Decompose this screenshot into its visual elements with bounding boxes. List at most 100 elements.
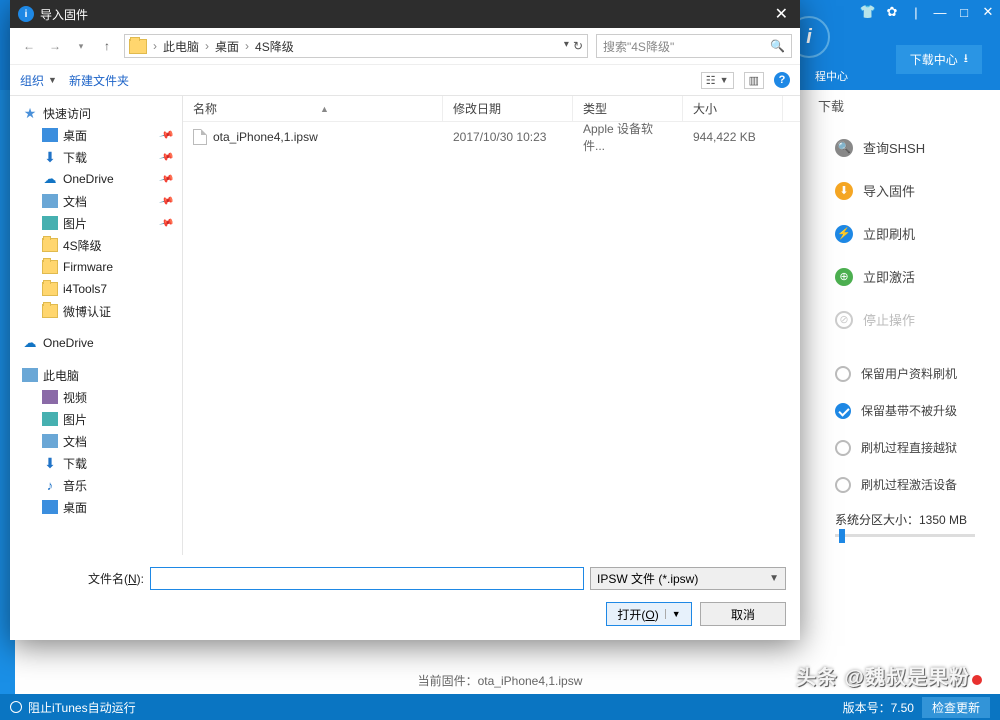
tree-item[interactable]: Firmware <box>10 256 182 278</box>
preview-pane-button[interactable]: ▥ <box>744 72 764 89</box>
tree-item[interactable]: 图片 <box>10 408 182 430</box>
tree-item[interactable]: 视频 <box>10 386 182 408</box>
download-icon: ⭳ <box>964 49 968 70</box>
search-input[interactable]: 搜索"4S降级" 🔍 <box>596 34 792 58</box>
tree-item[interactable]: ⬇ 下载 <box>10 452 182 474</box>
gear-icon[interactable]: ✿ <box>880 0 904 24</box>
option-row[interactable]: 刷机过程直接越狱 <box>823 429 1000 466</box>
dialog-close-button[interactable]: ✕ <box>771 4 792 24</box>
partition-slider[interactable]: 系统分区大小：1350 MB <box>823 503 1000 545</box>
download-center-area: 下载中心⭳ <box>896 45 982 74</box>
crumb-folder[interactable]: 4S降级 <box>251 38 298 55</box>
ic-desk-icon <box>42 128 58 142</box>
action-item[interactable]: ⊕ 立即激活 <box>823 255 1000 298</box>
pin-icon: 📌 <box>158 215 174 231</box>
col-type[interactable]: 类型 <box>573 96 683 121</box>
check-update-button[interactable]: 检查更新 <box>922 697 990 718</box>
action-item[interactable]: ⬇ 导入固件 <box>823 169 1000 212</box>
tree-item[interactable]: 4S降级 <box>10 234 182 256</box>
tree-item[interactable]: ☁ OneDrive 📌 <box>10 168 182 190</box>
col-size[interactable]: 大小 <box>683 96 783 121</box>
tree-item[interactable]: 微博认证 <box>10 300 182 322</box>
option-row[interactable]: 保留基带不被升级 <box>823 392 1000 429</box>
tree-item[interactable]: 此电脑 <box>10 364 182 386</box>
addr-dropdown-icon[interactable]: ▾ <box>564 39 569 53</box>
ic-pic-icon <box>42 412 58 426</box>
nav-bar: ← → ▾ ↑ › 此电脑 › 桌面 › 4S降级 ▾ ↻ 搜索"4S降级" 🔍 <box>10 28 800 64</box>
crumb-pc[interactable]: 此电脑 <box>159 38 203 55</box>
split-dropdown-icon[interactable]: ▼ <box>665 609 681 619</box>
col-date[interactable]: 修改日期 <box>443 96 573 121</box>
file-list-area[interactable]: 名称▲ 修改日期 类型 大小 ota_iPhone4,1.ipsw 2017/1… <box>183 96 800 555</box>
block-itunes-label[interactable]: 阻止iTunes自动运行 <box>28 699 136 716</box>
tshirt-icon[interactable]: 👕 <box>856 0 880 24</box>
download-center-button[interactable]: 下载中心⭳ <box>896 45 982 74</box>
tab-download[interactable]: 下载 <box>818 96 844 115</box>
maximize-icon[interactable]: □ <box>952 0 976 24</box>
tree-label: 下载 <box>63 149 87 166</box>
divider-icon: | <box>904 0 928 24</box>
action-icon: 🔍 <box>835 139 853 157</box>
pin-icon: 📌 <box>158 171 174 187</box>
ic-star-icon: ★ <box>22 106 38 120</box>
col-name[interactable]: 名称▲ <box>183 96 443 121</box>
nav-up-button[interactable]: ↑ <box>96 35 118 57</box>
option-row[interactable]: 保留用户资料刷机 <box>823 355 1000 392</box>
tree-item[interactable]: 文档 <box>10 430 182 452</box>
dialog-title: 导入固件 <box>40 6 88 23</box>
ic-fold-icon <box>42 238 58 252</box>
sort-asc-icon: ▲ <box>320 104 329 114</box>
ic-mus-icon: ♪ <box>42 478 58 492</box>
option-row[interactable]: 刷机过程激活设备 <box>823 466 1000 503</box>
tree-item[interactable]: i4Tools7 <box>10 278 182 300</box>
ic-doc-icon <box>42 434 58 448</box>
ic-pc-icon <box>22 368 38 382</box>
tree-label: i4Tools7 <box>63 282 107 296</box>
refresh-icon[interactable]: ↻ <box>573 39 583 53</box>
address-bar[interactable]: › 此电脑 › 桌面 › 4S降级 ▾ ↻ <box>124 34 588 58</box>
radio-icon <box>835 366 851 382</box>
footer-bar: 阻止iTunes自动运行 版本号：7.50 检查更新 <box>0 694 1000 720</box>
organize-dropdown-icon[interactable]: ▼ <box>48 75 57 85</box>
view-mode-button[interactable]: ☷ ▼ <box>701 72 734 89</box>
open-button[interactable]: 打开(O)▼ <box>606 602 692 626</box>
nav-back-button[interactable]: ← <box>18 35 40 57</box>
ic-cloud-icon: ☁ <box>42 172 58 186</box>
dialog-title-bar: i 导入固件 ✕ <box>10 0 800 28</box>
ic-pic-icon <box>42 216 58 230</box>
tree-label: 文档 <box>63 433 87 450</box>
radio-icon <box>835 477 851 493</box>
folder-tree[interactable]: ★ 快速访问 桌面 📌 ⬇ 下载 📌 ☁ OneDrive 📌 文档 📌 图片 … <box>10 96 183 555</box>
file-row[interactable]: ota_iPhone4,1.ipsw 2017/10/30 10:23Apple… <box>183 126 800 148</box>
folder-icon <box>129 39 147 54</box>
file-filter-dropdown[interactable]: IPSW 文件 (*.ipsw)▼ <box>590 567 786 590</box>
tree-item[interactable]: 桌面 <box>10 496 182 518</box>
tree-item[interactable]: 图片 📌 <box>10 212 182 234</box>
ic-cloud-icon: ☁ <box>22 336 38 350</box>
organize-button[interactable]: 组织 <box>20 72 44 89</box>
action-item[interactable]: ⚡ 立即刷机 <box>823 212 1000 255</box>
tree-item[interactable]: ⬇ 下载 📌 <box>10 146 182 168</box>
action-icon: ⊕ <box>835 268 853 286</box>
toolbar: 组织 ▼ 新建文件夹 ☷ ▼ ▥ ? <box>10 64 800 96</box>
new-folder-button[interactable]: 新建文件夹 <box>69 72 129 89</box>
column-headers: 名称▲ 修改日期 类型 大小 <box>183 96 800 122</box>
cancel-button[interactable]: 取消 <box>700 602 786 626</box>
tree-item[interactable]: ♪ 音乐 <box>10 474 182 496</box>
help-icon[interactable]: ? <box>774 72 790 88</box>
app-label: 程中心 <box>815 68 848 84</box>
tree-item[interactable]: 桌面 📌 <box>10 124 182 146</box>
tree-item[interactable]: ☁ OneDrive <box>10 332 182 354</box>
watermark: 头条 @魏叔是果粉 <box>796 661 982 690</box>
filename-input[interactable] <box>150 567 584 590</box>
action-item[interactable]: 🔍 查询SHSH <box>823 126 1000 169</box>
minimize-icon[interactable]: — <box>928 0 952 24</box>
tree-item[interactable]: 文档 📌 <box>10 190 182 212</box>
tree-item[interactable]: ★ 快速访问 <box>10 102 182 124</box>
close-icon[interactable]: ✕ <box>976 0 1000 24</box>
nav-recent-button[interactable]: ▾ <box>70 35 92 57</box>
tree-label: OneDrive <box>63 172 114 186</box>
crumb-desktop[interactable]: 桌面 <box>211 38 243 55</box>
tree-label: 图片 <box>63 411 87 428</box>
pin-icon: 📌 <box>158 193 174 209</box>
